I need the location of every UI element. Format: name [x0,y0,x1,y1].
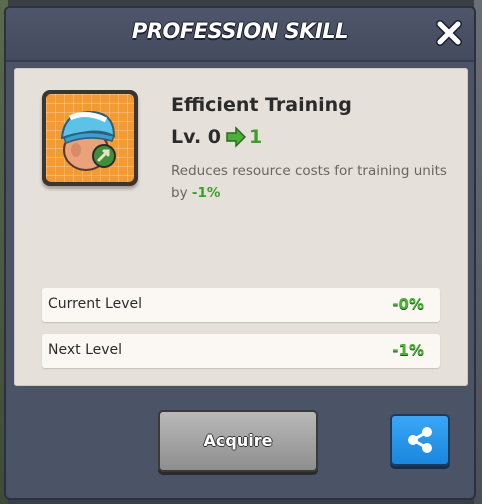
skill-panel: Efficient Training Lv. 0 1 Reduces resou… [14,68,468,386]
current-level-label: Lv. 0 [171,126,221,148]
close-icon [436,20,462,46]
skill-level-row: Lv. 0 1 [171,124,262,150]
dialog-title: PROFESSION SKILL [131,19,349,43]
close-button[interactable] [434,18,464,48]
share-icon [408,427,432,453]
stat-row-current-level: Current Level -0% [42,288,440,322]
arrow-right-icon [226,126,247,148]
dialog-header: PROFESSION SKILL [6,8,474,62]
skill-name: Efficient Training [171,94,352,116]
stat-row-next-level: Next Level -1% [42,334,440,368]
next-level-label: 1 [249,126,263,148]
description-value: -1% [191,185,221,201]
skill-description: Reduces resource costs for training unit… [171,160,461,204]
stat-label: Next Level [48,342,123,358]
skill-icon-frame [42,90,138,186]
acquire-button[interactable]: Acquire [158,410,318,472]
stat-value: -1% [392,341,424,359]
acquire-button-label: Acquire [203,431,273,450]
stat-label: Current Level [48,296,142,312]
stat-value: -0% [392,295,424,313]
helmet-head-icon [60,110,116,171]
profession-skill-dialog: PROFESSION SKILL Efficient Training Lv. … [4,6,476,500]
share-button[interactable] [390,414,450,466]
